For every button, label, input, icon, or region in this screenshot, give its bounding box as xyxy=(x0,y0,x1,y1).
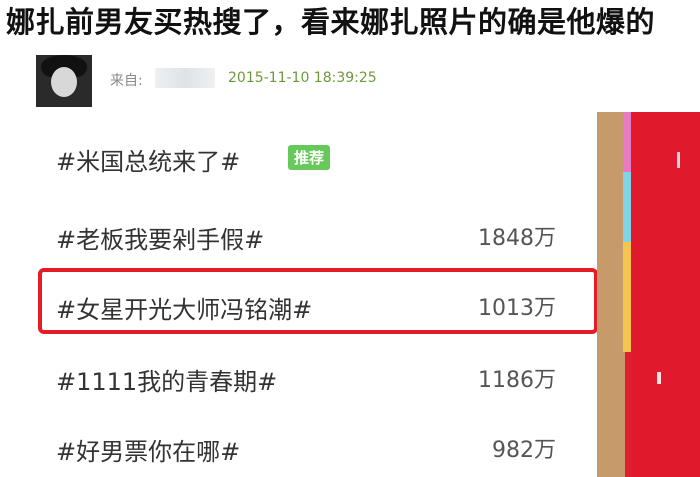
search-count: 982万 xyxy=(492,438,556,463)
list-item[interactable]: #好男票你在哪# 982万 xyxy=(56,424,556,472)
strip-cyan xyxy=(623,172,631,242)
topic-text: #好男票你在哪# xyxy=(56,438,241,466)
search-count: 1186万 xyxy=(478,368,556,393)
post-meta: 来自: 2015-11-10 18:39:25 xyxy=(0,50,700,112)
list-item[interactable]: #米国总统来了# 推荐 xyxy=(56,134,556,182)
highlight-box xyxy=(38,268,598,334)
topic-text: #老板我要剁手假# xyxy=(56,226,265,254)
strip-red xyxy=(631,112,700,477)
list-item[interactable]: #老板我要剁手假# 1848万 xyxy=(56,212,556,260)
source-label: 来自: xyxy=(110,73,143,89)
strip-yellow xyxy=(623,242,631,352)
headline: 娜扎前男友买热搜了，看来娜扎照片的确是他爆的 xyxy=(6,5,656,39)
search-count: 1848万 xyxy=(478,226,556,251)
avatar-face xyxy=(51,67,77,97)
topic-text: #1111我的青春期# xyxy=(56,368,278,396)
strip-mark xyxy=(677,152,680,168)
list-item[interactable]: #1111我的青春期# 1186万 xyxy=(56,354,556,402)
recommend-badge: 推荐 xyxy=(288,145,331,170)
source-blurred xyxy=(155,68,215,88)
strip-tan xyxy=(597,112,625,477)
side-image-strip xyxy=(597,112,700,477)
topic-text: #米国总统来了# xyxy=(56,148,241,176)
strip-mark xyxy=(657,372,661,384)
strip-pink xyxy=(623,112,631,172)
post-timestamp[interactable]: 2015-11-10 18:39:25 xyxy=(228,70,377,86)
avatar[interactable] xyxy=(36,55,92,107)
